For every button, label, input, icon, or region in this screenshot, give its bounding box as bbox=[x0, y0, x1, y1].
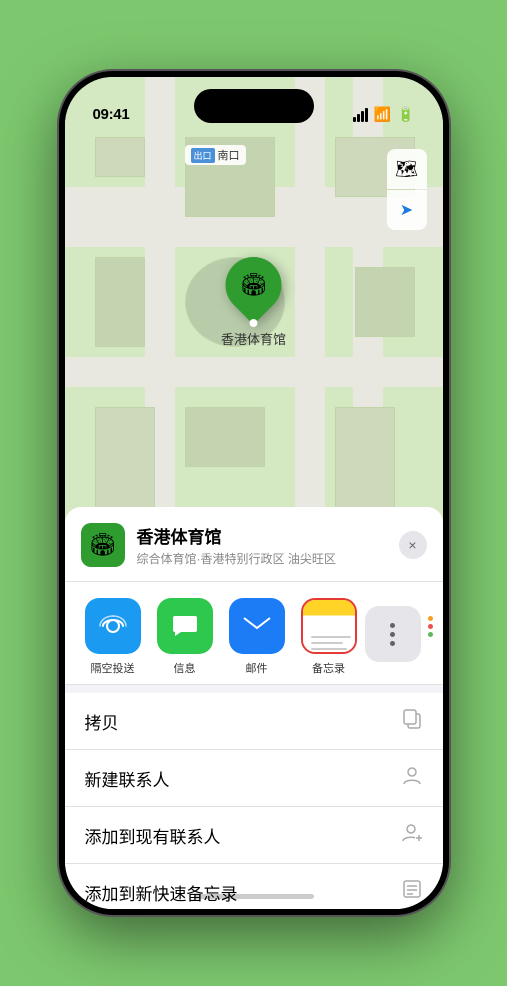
mail-label: 邮件 bbox=[246, 660, 268, 676]
message-icon bbox=[157, 598, 213, 654]
copy-icon bbox=[401, 707, 423, 735]
south-entrance-text: 南口 bbox=[218, 147, 240, 163]
action-copy[interactable]: 拷贝 bbox=[65, 693, 443, 750]
new-contact-label: 新建联系人 bbox=[85, 766, 170, 791]
map-road bbox=[295, 77, 325, 537]
mail-icon bbox=[229, 598, 285, 654]
share-item-more[interactable] bbox=[365, 606, 421, 668]
map-btn-group: 🗺 ➤ bbox=[387, 149, 427, 230]
venue-subtitle: 综合体育馆·香港特别行政区 油尖旺区 bbox=[137, 550, 399, 567]
map-building bbox=[185, 407, 265, 467]
dot-red bbox=[428, 624, 433, 629]
notes-line bbox=[311, 636, 351, 638]
more-dots-icon bbox=[390, 623, 395, 646]
venue-logo-icon: 🏟 bbox=[89, 532, 117, 558]
share-item-notes[interactable]: 备忘录 bbox=[293, 598, 365, 676]
add-to-contact-label: 添加到现有联系人 bbox=[85, 823, 221, 848]
map-entrance-label: 出口 南口 bbox=[185, 145, 246, 165]
airdrop-icon bbox=[85, 598, 141, 654]
wifi-icon: 📶 bbox=[374, 106, 391, 123]
airdrop-label: 隔空投送 bbox=[91, 660, 135, 676]
dot3 bbox=[390, 641, 395, 646]
dot-green bbox=[428, 632, 433, 637]
phone-screen: 09:41 📶 🔋 bbox=[65, 77, 443, 909]
dynamic-island bbox=[194, 89, 314, 123]
phone-frame: 09:41 📶 🔋 bbox=[59, 71, 449, 915]
action-add-to-contact[interactable]: 添加到现有联系人 bbox=[65, 807, 443, 864]
dot2 bbox=[390, 632, 395, 637]
notes-label: 备忘录 bbox=[312, 660, 345, 676]
stadium-icon: 🏟 bbox=[240, 272, 268, 298]
exit-tag: 出口 bbox=[191, 148, 215, 163]
pin-label: 香港体育馆 bbox=[221, 329, 286, 348]
pin-icon-container: 🏟 bbox=[214, 245, 293, 324]
venue-card: 🏟 香港体育馆 综合体育馆·香港特别行政区 油尖旺区 × bbox=[65, 507, 443, 582]
more-peek-dots bbox=[428, 616, 433, 637]
share-actions-row: 隔空投送 信息 bbox=[65, 582, 443, 684]
dot-orange bbox=[428, 616, 433, 621]
new-contact-icon bbox=[401, 764, 423, 792]
notes-line bbox=[311, 642, 343, 644]
quick-note-label: 添加到新快速备忘录 bbox=[85, 880, 238, 905]
map-building bbox=[95, 257, 145, 347]
status-icons: 📶 🔋 bbox=[353, 106, 415, 123]
share-item-airdrop[interactable]: 隔空投送 bbox=[77, 598, 149, 676]
close-button[interactable]: × bbox=[399, 531, 427, 559]
notes-line bbox=[311, 648, 347, 650]
action-list: 拷贝 新建联系人 bbox=[65, 693, 443, 909]
message-label: 信息 bbox=[174, 660, 196, 676]
location-button[interactable]: ➤ bbox=[387, 190, 427, 230]
venue-info: 香港体育馆 综合体育馆·香港特别行政区 油尖旺区 bbox=[137, 523, 399, 567]
share-item-message[interactable]: 信息 bbox=[149, 598, 221, 676]
action-new-contact[interactable]: 新建联系人 bbox=[65, 750, 443, 807]
map-road bbox=[65, 357, 443, 387]
notes-icon bbox=[303, 600, 357, 654]
more-icon bbox=[365, 606, 421, 662]
share-item-mail[interactable]: 邮件 bbox=[221, 598, 293, 676]
venue-logo: 🏟 bbox=[81, 523, 125, 567]
more-peek bbox=[417, 598, 443, 654]
action-quick-note[interactable]: 添加到新快速备忘录 bbox=[65, 864, 443, 909]
status-time: 09:41 bbox=[93, 106, 130, 123]
venue-name: 香港体育馆 bbox=[137, 523, 399, 548]
map-type-button[interactable]: 🗺 bbox=[387, 149, 427, 189]
battery-icon: 🔋 bbox=[397, 106, 414, 123]
home-indicator bbox=[194, 894, 314, 899]
signal-bars-icon bbox=[353, 108, 368, 122]
quick-note-icon bbox=[401, 878, 423, 906]
bottom-sheet: 🏟 香港体育馆 综合体育馆·香港特别行政区 油尖旺区 × bbox=[65, 507, 443, 909]
map-building bbox=[355, 267, 415, 337]
pin-dot bbox=[249, 319, 257, 327]
copy-label: 拷贝 bbox=[85, 709, 119, 734]
map-area: 出口 南口 🏟 香港体育馆 🗺 ➤ bbox=[65, 77, 443, 537]
notes-icon-wrapper bbox=[301, 598, 357, 654]
share-row-container: 隔空投送 信息 bbox=[65, 582, 443, 685]
location-pin: 🏟 香港体育馆 bbox=[221, 257, 286, 348]
dot1 bbox=[390, 623, 395, 628]
map-building bbox=[95, 137, 145, 177]
add-contact-icon bbox=[401, 821, 423, 849]
